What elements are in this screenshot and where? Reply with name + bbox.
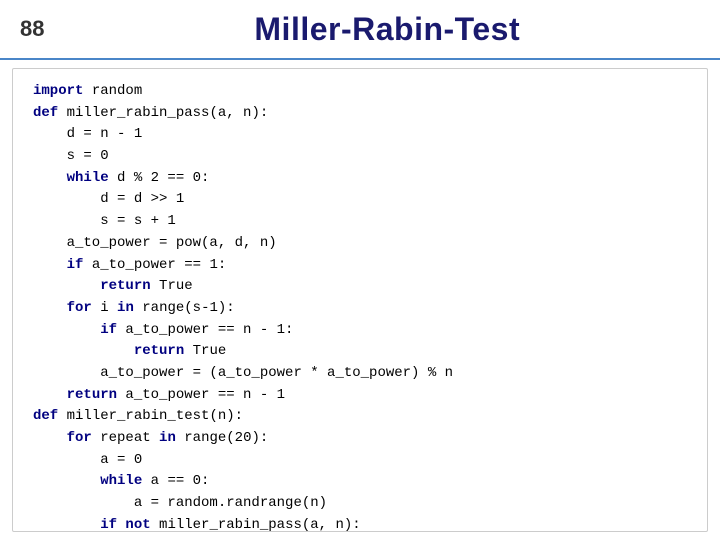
code-content-area: import random def miller_rabin_pass(a, n…	[12, 68, 708, 532]
slide-number: 88	[20, 16, 44, 42]
slide-container: 88 Miller-Rabin-Test import random def m…	[0, 0, 720, 540]
code-block: import random def miller_rabin_pass(a, n…	[33, 81, 687, 532]
slide-title: Miller-Rabin-Test	[74, 11, 700, 48]
slide-header: 88 Miller-Rabin-Test	[0, 0, 720, 60]
